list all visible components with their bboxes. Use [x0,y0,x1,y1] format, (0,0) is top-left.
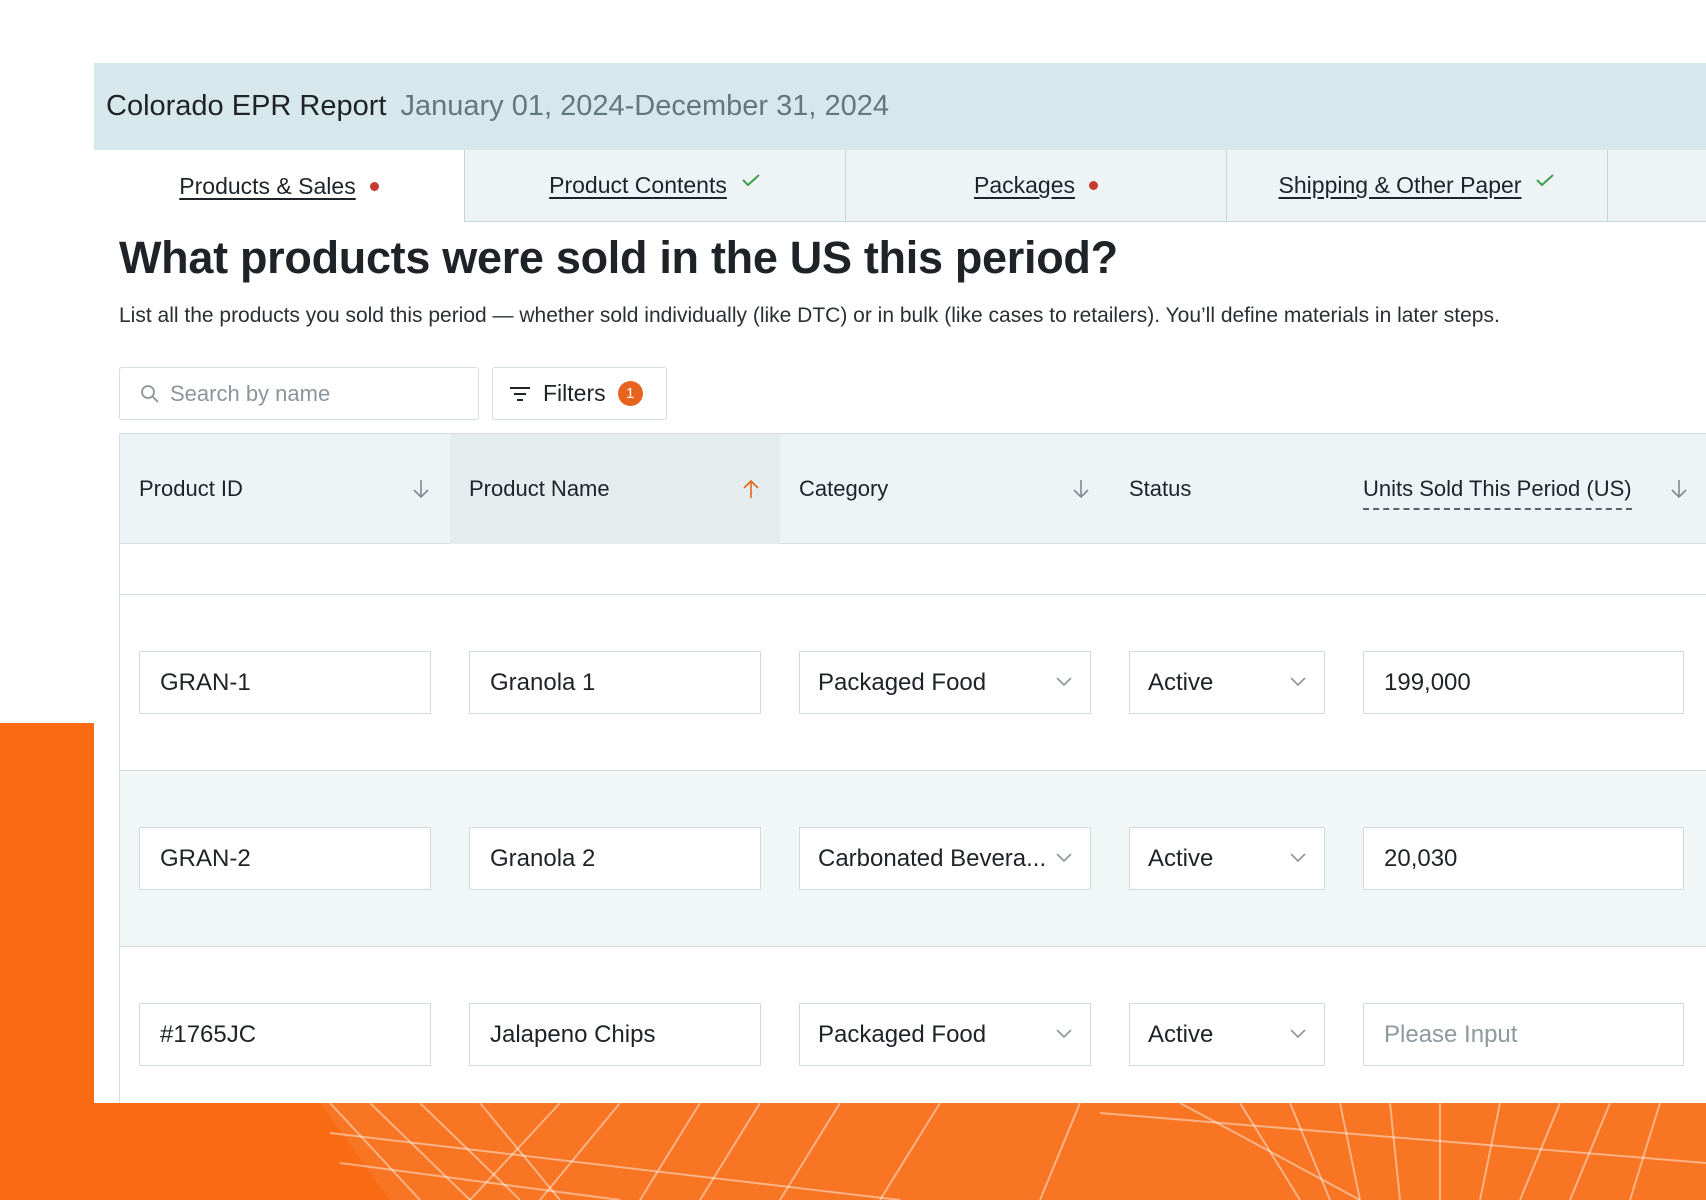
search-box [119,367,479,420]
tab-label: Product Contents [549,172,727,198]
column-header-category[interactable]: Category [780,434,1110,544]
tab-more[interactable] [1607,150,1706,222]
sort-down-icon[interactable] [412,479,430,499]
column-label: Category [799,476,889,501]
tab-packages[interactable]: Packages [845,150,1226,222]
page: Colorado EPR Report January 01, 2024-Dec… [0,0,1706,1200]
filters-button[interactable]: Filters 1 [492,367,667,420]
tab-products-sales[interactable]: Products & Sales [94,150,464,222]
units-sold-input[interactable]: Please Input [1363,1003,1684,1066]
main-content: What products were sold in the US this p… [94,232,1706,1103]
cell-status: Active [1110,651,1344,714]
sort-down-icon[interactable] [1670,479,1688,499]
filter-icon [510,386,530,401]
search-icon [141,384,159,403]
product-id-input[interactable]: #1765JC [139,1003,431,1066]
column-label: Units Sold This Period (US) [1363,476,1632,510]
incomplete-dot-icon [369,181,379,191]
cell-units-sold: 20,030 [1344,827,1700,890]
chevron-down-icon [1290,853,1306,863]
table-row: #1765JC Jalapeno Chips Packaged Food Act [120,947,1706,1103]
cell-status: Active [1110,827,1344,890]
column-header-status[interactable]: Status [1110,434,1344,544]
tab-label: Shipping & Other Paper [1278,172,1522,198]
report-tabs: Products & Sales Product Contents Packag… [94,150,1706,222]
page-description: List all the products you sold this peri… [119,304,1500,327]
chevron-down-icon [1056,677,1072,687]
chevron-down-icon [1290,1029,1306,1039]
column-label: Status [1129,476,1192,501]
cell-product-name: Granola 2 [450,827,780,890]
product-name-input[interactable]: Jalapeno Chips [469,1003,761,1066]
product-id-input[interactable]: GRAN-2 [139,827,431,890]
cell-category: Packaged Food [780,1003,1110,1066]
table-toolbar: Filters 1 [119,367,1706,420]
chevron-down-icon [1290,677,1306,687]
category-value: Carbonated Bevera... [818,844,1047,872]
table-header: Product ID Product Name Category Status [120,434,1706,544]
products-table: Product ID Product Name Category Status [119,433,1706,1103]
sort-up-icon[interactable] [742,479,760,499]
check-icon [742,173,760,186]
report-card: Colorado EPR Report January 01, 2024-Dec… [94,63,1706,1103]
page-title: What products were sold in the US this p… [119,232,1118,283]
column-label: Product ID [139,476,243,501]
column-header-product-name[interactable]: Product Name [450,434,780,544]
filters-label: Filters [543,380,606,406]
category-value: Packaged Food [818,1020,987,1048]
product-name-input[interactable]: Granola 2 [469,827,761,890]
report-period: January 01, 2024-December 31, 2024 [400,90,889,122]
sort-down-icon[interactable] [1072,479,1090,499]
cell-product-name: Granola 1 [450,651,780,714]
units-sold-input[interactable]: 199,000 [1363,651,1684,714]
tab-product-contents[interactable]: Product Contents [464,150,845,222]
product-id-input[interactable]: GRAN-1 [139,651,431,714]
tab-label: Products & Sales [179,172,356,199]
cell-units-sold: 199,000 [1344,651,1700,714]
orange-backdrop-bottom [0,1103,1706,1200]
search-input[interactable] [170,380,470,407]
incomplete-dot-icon [1089,181,1098,190]
status-value: Active [1148,1020,1214,1048]
report-header: Colorado EPR Report January 01, 2024-Dec… [94,63,1706,150]
cell-category: Carbonated Bevera... [780,827,1110,890]
category-select[interactable]: Packaged Food [799,1003,1091,1066]
chevron-down-icon [1056,853,1072,863]
table-row: GRAN-2 Granola 2 Carbonated Bevera... Ac [120,771,1706,947]
chevron-down-icon [1056,1029,1072,1039]
category-select[interactable]: Carbonated Bevera... [799,827,1091,890]
category-select[interactable]: Packaged Food [799,651,1091,714]
column-header-product-id[interactable]: Product ID [120,434,450,544]
cell-product-id: GRAN-2 [120,827,450,890]
filters-count-badge: 1 [617,381,643,406]
category-value: Packaged Food [818,668,987,696]
product-name-input[interactable]: Granola 1 [469,651,761,714]
cell-category: Packaged Food [780,651,1110,714]
status-value: Active [1148,668,1214,696]
tab-label: Packages [973,172,1075,198]
column-label: Product Name [469,476,610,501]
cell-product-id: #1765JC [120,1003,450,1066]
check-icon [1536,173,1555,186]
status-value: Active [1148,844,1214,872]
report-title: Colorado EPR Report [106,90,387,122]
cell-product-id: GRAN-1 [120,651,450,714]
cell-status: Active [1110,1003,1344,1066]
status-select[interactable]: Active [1129,1003,1325,1066]
table-spacer-row [120,544,1706,595]
cell-product-name: Jalapeno Chips [450,1003,780,1066]
column-header-units-sold[interactable]: Units Sold This Period (US) [1344,434,1700,544]
units-sold-input[interactable]: 20,030 [1363,827,1684,890]
decorative-line-pattern [320,1103,1706,1200]
status-select[interactable]: Active [1129,651,1325,714]
table-row: GRAN-1 Granola 1 Packaged Food Active 19… [120,595,1706,771]
status-select[interactable]: Active [1129,827,1325,890]
tab-shipping-other-paper[interactable]: Shipping & Other Paper [1226,150,1607,222]
cell-units-sold: Please Input [1344,1003,1700,1066]
